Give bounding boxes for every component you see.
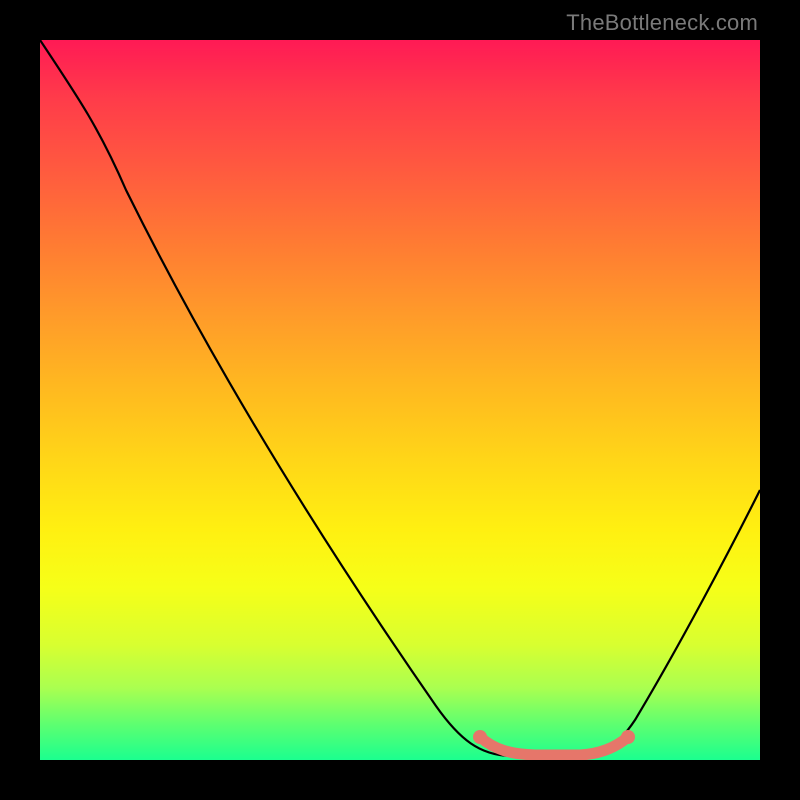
optimal-zone-start-dot	[473, 730, 487, 744]
chart-svg	[40, 40, 760, 760]
watermark-text: TheBottleneck.com	[566, 10, 758, 36]
chart-frame: TheBottleneck.com	[0, 0, 800, 800]
bottleneck-curve	[40, 40, 760, 756]
optimal-zone-end-dot	[621, 730, 635, 744]
optimal-zone-highlight	[480, 737, 628, 755]
plot-area	[40, 40, 760, 760]
